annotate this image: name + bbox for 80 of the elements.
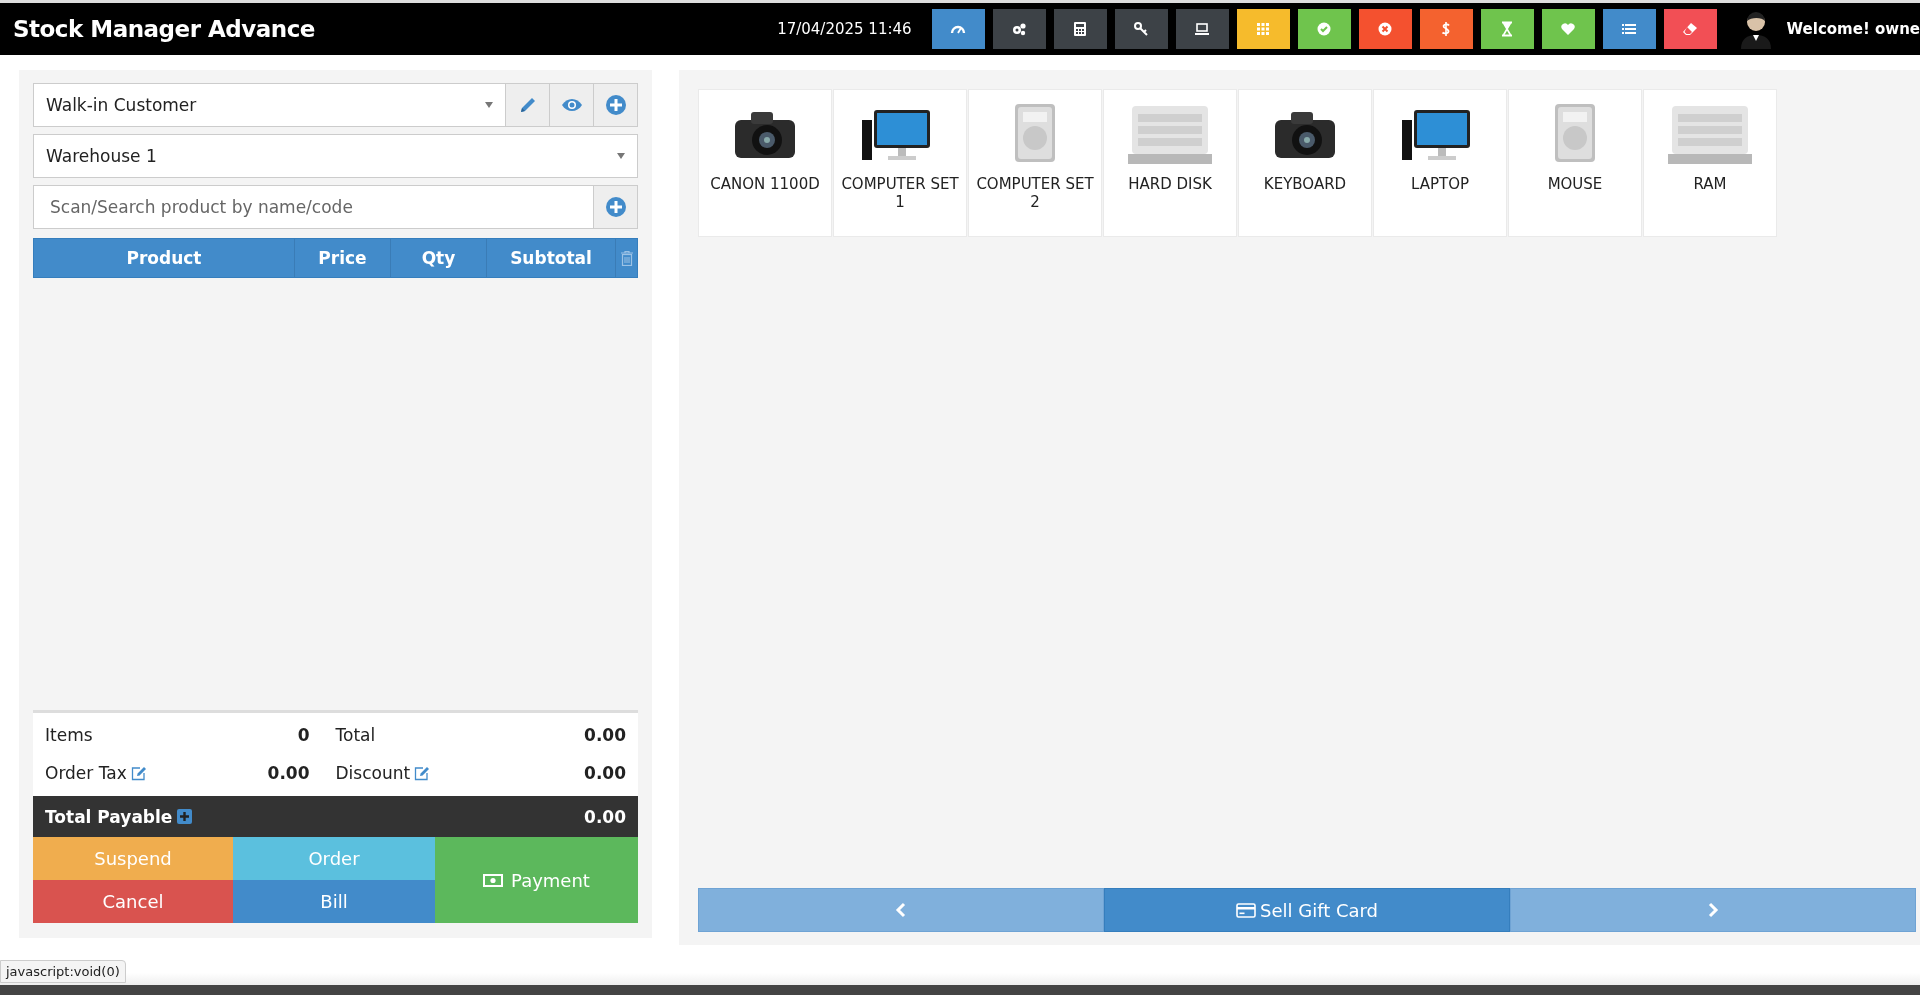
- column-header: Qty: [391, 239, 487, 277]
- eye-icon: [560, 97, 583, 113]
- sell-gift-card-button[interactable]: Sell Gift Card: [1104, 888, 1510, 932]
- trash-icon[interactable]: [620, 250, 633, 266]
- product-tile[interactable]: COMPUTER SET 1: [833, 89, 967, 237]
- product-tile[interactable]: COMPUTER SET 2: [968, 89, 1102, 237]
- heart-icon: [1560, 21, 1577, 37]
- product-tile[interactable]: RAM: [1643, 89, 1777, 237]
- product-name: CANON 1100D: [710, 175, 820, 193]
- xcircle-button[interactable]: [1358, 9, 1412, 49]
- gears-icon: [1011, 21, 1028, 37]
- app-title: Stock Manager Advance: [13, 16, 315, 42]
- product-tile[interactable]: LAPTOP: [1373, 89, 1507, 237]
- product-tile[interactable]: KEYBOARD: [1238, 89, 1372, 237]
- check-icon: [1316, 21, 1333, 37]
- product-name: COMPUTER SET 2: [975, 175, 1095, 211]
- column-header: Price: [295, 239, 391, 277]
- product-name: LAPTOP: [1411, 175, 1469, 193]
- caret-icon: [617, 153, 625, 159]
- laptop-button[interactable]: [1175, 9, 1229, 49]
- column-header: Product: [34, 239, 295, 277]
- check-button[interactable]: [1297, 9, 1351, 49]
- xcircle-icon: [1377, 21, 1394, 37]
- product-name: COMPUTER SET 1: [840, 175, 960, 211]
- product-tile[interactable]: CANON 1100D: [698, 89, 832, 237]
- edit-icon[interactable]: [414, 765, 431, 781]
- total-value: 0.00: [584, 763, 626, 783]
- calc-icon: [1072, 21, 1089, 37]
- eraser-button[interactable]: [1663, 9, 1717, 49]
- total-label: Items: [45, 725, 93, 745]
- customer-select[interactable]: Walk-in Customer: [33, 83, 506, 127]
- add-customer-button[interactable]: [594, 83, 638, 127]
- total-payable-value: 0.00: [584, 806, 626, 827]
- product-tile[interactable]: MOUSE: [1508, 89, 1642, 237]
- total-label: Order Tax: [45, 763, 127, 783]
- column-header: Subtotal: [487, 239, 616, 277]
- plus-circle-icon: [604, 94, 627, 116]
- calc-button[interactable]: [1053, 9, 1107, 49]
- cash-icon: [483, 873, 504, 887]
- card-icon: [1235, 902, 1256, 918]
- hourglass-button[interactable]: [1480, 9, 1534, 49]
- total-value: 0: [297, 725, 310, 745]
- warehouse-select[interactable]: Warehouse 1: [33, 134, 638, 178]
- gears-button[interactable]: [992, 9, 1046, 49]
- product-name: MOUSE: [1547, 175, 1603, 193]
- product-tile[interactable]: HARD DISK: [1103, 89, 1237, 237]
- dollar-button[interactable]: [1419, 9, 1473, 49]
- product-name: KEYBOARD: [1263, 175, 1347, 193]
- gauge-button[interactable]: [931, 9, 985, 49]
- list-button[interactable]: [1602, 9, 1656, 49]
- product-search-field[interactable]: Scan/Search product by name/code: [33, 185, 594, 229]
- welcome-text: Welcome! owne: [1786, 20, 1920, 38]
- cancel-button[interactable]: Cancel: [33, 880, 233, 923]
- status-url: javascript:void(0): [0, 960, 126, 983]
- plus-icon[interactable]: [177, 809, 193, 824]
- date-time: 17/04/2025 11:46: [777, 20, 912, 38]
- chevron-left-icon: [895, 902, 907, 918]
- avatar-icon[interactable]: [1738, 9, 1773, 49]
- chevron-right-icon: [1707, 902, 1719, 918]
- edit-button[interactable]: [506, 83, 550, 127]
- laptop-icon: [1194, 21, 1211, 37]
- plus-circle-icon: [604, 196, 627, 218]
- grid-icon: [1255, 21, 1272, 37]
- product-name: RAM: [1693, 175, 1727, 193]
- key-button[interactable]: [1114, 9, 1168, 49]
- total-payable-label: Total Payable: [45, 806, 173, 827]
- total-value: 0.00: [584, 725, 626, 745]
- total-label: Total: [335, 725, 376, 745]
- heart-button[interactable]: [1541, 9, 1595, 49]
- eraser-icon: [1682, 21, 1699, 37]
- total-value: 0.00: [267, 763, 310, 783]
- key-icon: [1133, 21, 1150, 37]
- view-button[interactable]: [550, 83, 594, 127]
- total-label: Discount: [335, 763, 411, 783]
- product-name: HARD DISK: [1128, 175, 1212, 193]
- bill-button[interactable]: Bill: [233, 880, 435, 923]
- list-icon: [1621, 21, 1638, 37]
- edit-icon[interactable]: [130, 765, 147, 781]
- add-product-button[interactable]: [594, 185, 638, 229]
- caret-icon: [485, 102, 493, 108]
